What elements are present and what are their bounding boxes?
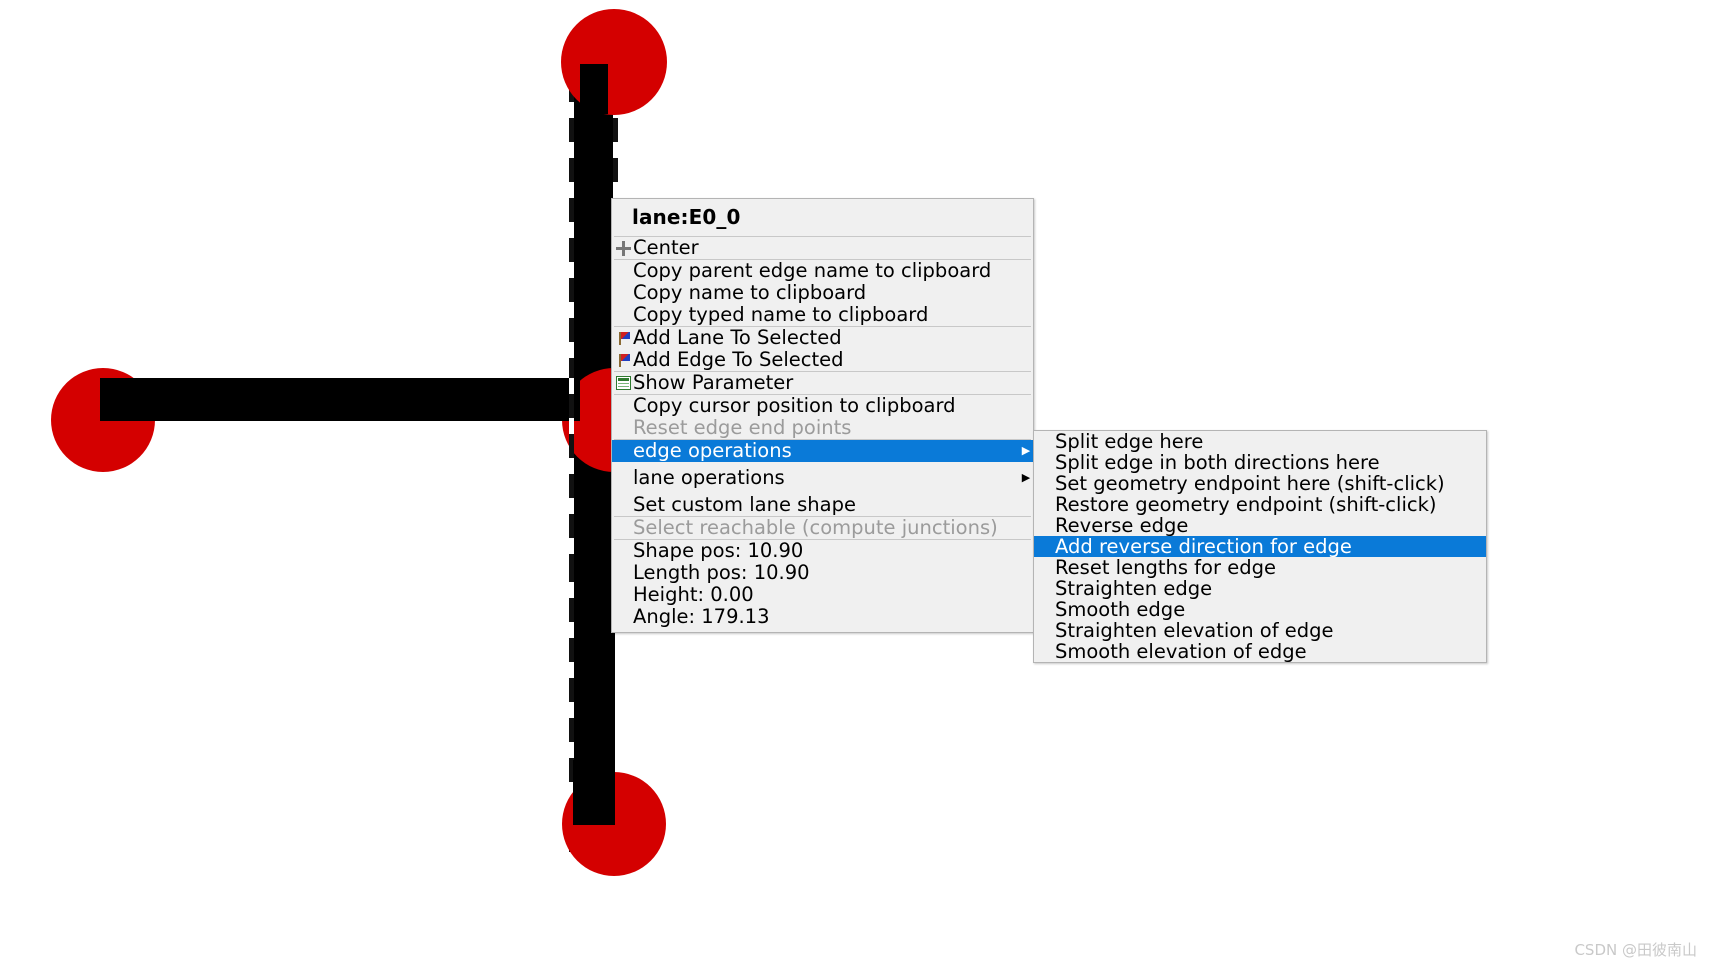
menu-item-label: Restore geometry endpoint (shift-click) — [1055, 494, 1437, 515]
lane-marking-vertical-left-overlay — [569, 378, 574, 568]
info-shape-pos: Shape pos: 10.90 — [633, 539, 804, 562]
menu-group-show-parameter: Show Parameter — [612, 372, 1033, 394]
menu-item-label: Reverse edge — [1055, 515, 1189, 536]
menu-item-copy-name[interactable]: Copy name to clipboard — [612, 282, 1033, 304]
submenu-item-add-reverse-direction[interactable]: Add reverse direction for edge — [1034, 536, 1486, 557]
menu-info-block: Shape pos: 10.90 Length pos: 10.90 Heigh… — [612, 540, 1033, 632]
menu-item-label: Copy name to clipboard — [633, 282, 867, 304]
table-icon — [614, 374, 633, 393]
submenu-item-restore-geometry-endpoint[interactable]: Restore geometry endpoint (shift-click) — [1034, 494, 1486, 515]
menu-item-add-edge-to-selected[interactable]: Add Edge To Selected — [612, 349, 1033, 371]
menu-item-label: Show Parameter — [633, 372, 794, 394]
menu-item-show-parameter[interactable]: Show Parameter — [612, 372, 1033, 394]
menu-item-label: Copy typed name to clipboard — [633, 304, 929, 326]
context-menu-title: lane:E0_0 — [632, 205, 741, 229]
menu-item-label: Straighten edge — [1055, 578, 1213, 599]
junction-north[interactable] — [561, 9, 667, 115]
road-vertical-overlay-north — [580, 64, 608, 114]
menu-item-reset-edge-end-points: Reset edge end points — [612, 417, 1033, 439]
submenu-item-straighten-elevation[interactable]: Straighten elevation of edge — [1034, 620, 1486, 641]
menu-item-copy-typed-name[interactable]: Copy typed name to clipboard — [612, 304, 1033, 326]
menu-item-label: Reset lengths for edge — [1055, 557, 1276, 578]
flag-icon — [614, 329, 633, 348]
lane-context-menu[interactable]: lane:E0_0 Center Copy parent edge name t… — [611, 198, 1034, 633]
menu-item-set-custom-lane-shape[interactable]: Set custom lane shape — [612, 494, 1033, 516]
menu-item-label: Straighten elevation of edge — [1055, 620, 1334, 641]
menu-group-copy: Copy parent edge name to clipboard Copy … — [612, 260, 1033, 326]
menu-item-label: Add Lane To Selected — [633, 327, 842, 349]
menu-group-center: Center — [612, 237, 1033, 259]
road-horizontal-overlay — [100, 378, 580, 421]
menu-item-label: Add reverse direction for edge — [1055, 536, 1352, 557]
menu-item-label: Set geometry endpoint here (shift-click) — [1055, 473, 1445, 494]
menu-item-label: Smooth edge — [1055, 599, 1186, 620]
menu-item-label: Copy parent edge name to clipboard — [633, 260, 992, 282]
menu-item-add-lane-to-selected[interactable]: Add Lane To Selected — [612, 327, 1033, 349]
chevron-right-icon: ▶ — [1021, 444, 1031, 457]
menu-item-lane-operations[interactable]: lane operations ▶ — [612, 467, 1033, 489]
menu-item-label: edge operations — [633, 440, 792, 462]
menu-group-operations: edge operations ▶ lane operations ▶ Set … — [612, 440, 1033, 516]
menu-item-label: Copy cursor position to clipboard — [633, 395, 956, 417]
submenu-item-set-geometry-endpoint[interactable]: Set geometry endpoint here (shift-click) — [1034, 473, 1486, 494]
menu-item-copy-parent-edge-name[interactable]: Copy parent edge name to clipboard — [612, 260, 1033, 282]
menu-item-label: Center — [633, 237, 699, 259]
menu-item-center[interactable]: Center — [612, 237, 1033, 259]
menu-item-copy-cursor-position[interactable]: Copy cursor position to clipboard — [612, 395, 1033, 417]
menu-item-label: Split edge here — [1055, 431, 1204, 452]
edge-operations-submenu[interactable]: Split edge here Split edge in both direc… — [1033, 430, 1487, 663]
menu-item-label: lane operations — [633, 467, 785, 489]
menu-item-label: Select reachable (compute junctions) — [633, 517, 998, 539]
menu-item-label: Smooth elevation of edge — [1055, 641, 1307, 662]
menu-item-edge-operations[interactable]: edge operations ▶ — [612, 440, 1033, 462]
info-angle: Angle: 179.13 — [633, 605, 770, 628]
info-height: Height: 0.00 — [633, 583, 754, 606]
chevron-right-icon: ▶ — [1021, 471, 1031, 484]
menu-item-label: Set custom lane shape — [633, 494, 856, 516]
menu-item-label: Split edge in both directions here — [1055, 452, 1380, 473]
center-icon — [614, 239, 633, 258]
submenu-item-smooth-elevation[interactable]: Smooth elevation of edge — [1034, 641, 1486, 662]
flag-icon — [614, 351, 633, 370]
menu-item-select-reachable: Select reachable (compute junctions) — [612, 517, 1033, 539]
watermark: CSDN @田彼南山 — [1574, 941, 1697, 959]
menu-group-add-to-selected: Add Lane To Selected Add Edge To Selecte… — [612, 327, 1033, 371]
submenu-item-straighten-edge[interactable]: Straighten edge — [1034, 578, 1486, 599]
submenu-item-smooth-edge[interactable]: Smooth edge — [1034, 599, 1486, 620]
submenu-item-split-edge-both-directions[interactable]: Split edge in both directions here — [1034, 452, 1486, 473]
road-vertical-overlay-south — [573, 760, 615, 825]
submenu-item-reset-lengths[interactable]: Reset lengths for edge — [1034, 557, 1486, 578]
menu-group-cursor: Copy cursor position to clipboard Reset … — [612, 395, 1033, 439]
menu-item-label: Add Edge To Selected — [633, 349, 844, 371]
menu-group-select-reachable: Select reachable (compute junctions) — [612, 517, 1033, 539]
menu-item-label: Reset edge end points — [633, 417, 852, 439]
submenu-item-reverse-edge[interactable]: Reverse edge — [1034, 515, 1486, 536]
info-length-pos: Length pos: 10.90 — [633, 561, 810, 584]
submenu-item-split-edge-here[interactable]: Split edge here — [1034, 431, 1486, 452]
